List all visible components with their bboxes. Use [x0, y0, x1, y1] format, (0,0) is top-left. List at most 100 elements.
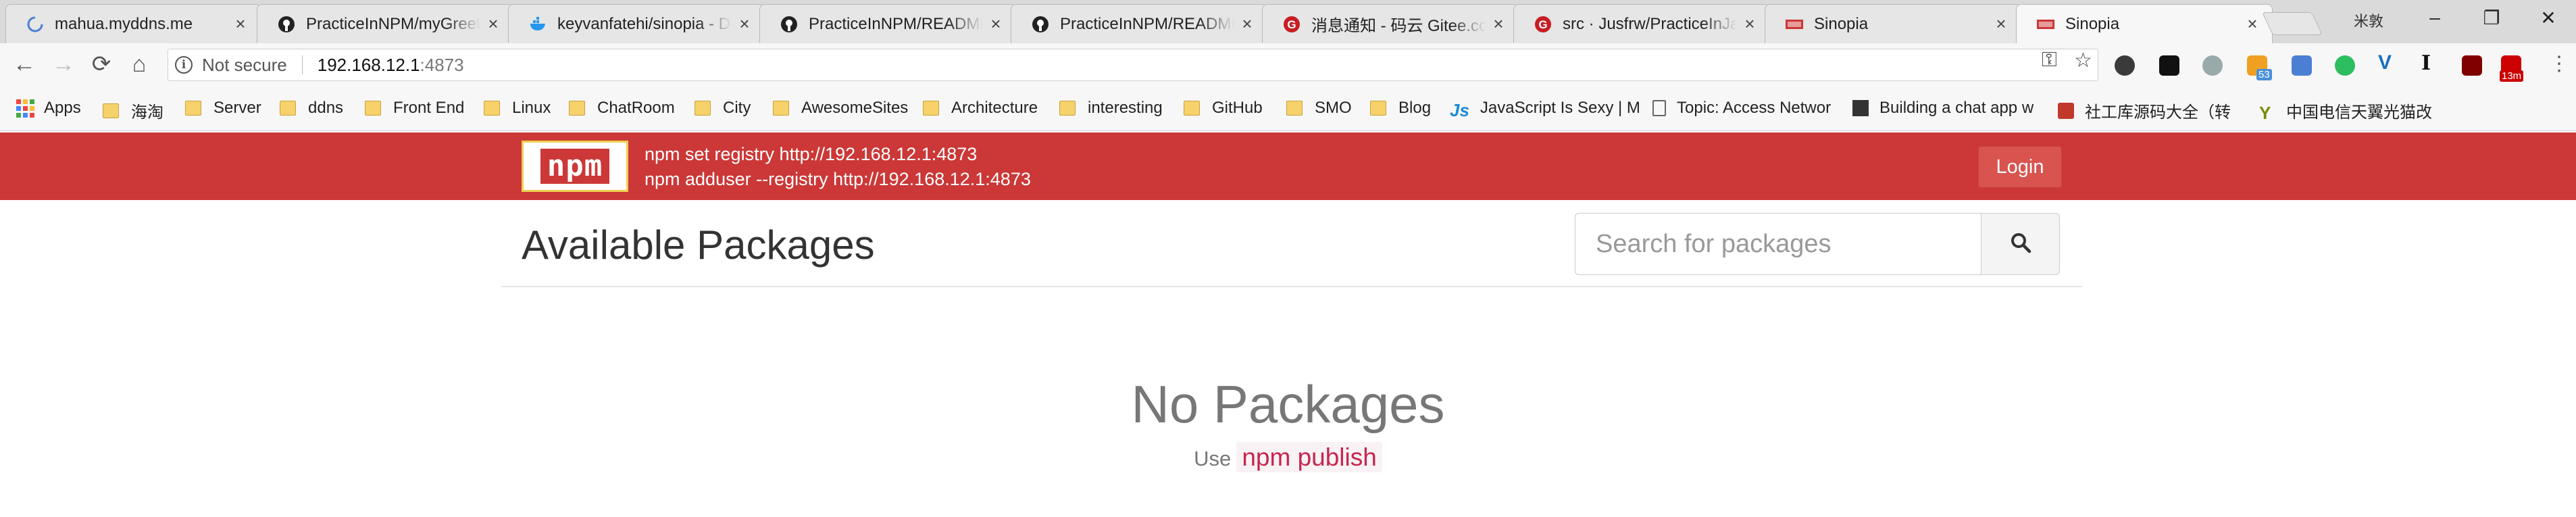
bookmark-link[interactable]: Building a chat app w — [1852, 99, 2044, 118]
bookmark-apps[interactable]: Apps — [16, 99, 81, 118]
back-arrow-icon[interactable]: ← — [11, 53, 38, 76]
search-input[interactable] — [1575, 213, 1981, 275]
npm-header-bar: npm npm set registry http://192.168.12.1… — [0, 132, 2576, 200]
bookmark-folder[interactable]: Linux — [484, 99, 551, 118]
search-button[interactable] — [1981, 213, 2060, 275]
bookmark-folder[interactable]: ChatRoom — [569, 99, 675, 118]
bookmark-label: Linux — [512, 99, 551, 117]
bookmark-label: 海淘 — [131, 103, 163, 122]
tab-title: src · Jusfrw/PracticeInJava — [1563, 14, 1737, 33]
bookmark-label: 中国电信天翼光猫改 — [2286, 103, 2432, 122]
bookmark-folder[interactable]: ddns — [280, 99, 343, 118]
extension-ublock-icon[interactable] — [2462, 55, 2482, 76]
extension-evernote-icon[interactable] — [2335, 55, 2355, 76]
npm-icon — [1786, 16, 1803, 33]
folder-icon — [280, 101, 296, 116]
bookmark-folder[interactable]: Blog — [1370, 99, 1431, 118]
extension-green-dot-icon[interactable] — [2202, 55, 2223, 76]
browser-toolbar: ← → ⟳ ⌂ i Not secure 192.168.12.1:4873 ⚿… — [0, 43, 2576, 87]
tab-title: PracticeInNPM/README.md — [809, 14, 983, 33]
browser-tab[interactable]: mahua.myddns.me × — [5, 4, 261, 43]
minimize-icon[interactable]: – — [2421, 7, 2448, 28]
browser-tab[interactable]: Sinopia × — [1765, 4, 2021, 43]
star-bookmark-icon[interactable]: ☆ — [2074, 49, 2092, 72]
address-bar[interactable]: i Not secure 192.168.12.1:4873 — [168, 49, 2098, 81]
bookmark-folder[interactable]: City — [694, 99, 751, 118]
close-icon[interactable]: × — [1741, 14, 1759, 34]
bookmark-label: AwesomeSites — [801, 99, 909, 117]
browser-tab[interactable]: PracticeInNPM/README.md × — [1011, 4, 1267, 43]
bookmark-folder[interactable]: interesting — [1059, 99, 1163, 118]
npm-logo-text: npm — [540, 149, 610, 184]
extension-mask-icon[interactable] — [2159, 55, 2179, 76]
npm-logo[interactable]: npm — [522, 141, 628, 192]
bookmark-label: Building a chat app w — [1879, 99, 2034, 117]
folder-icon — [773, 101, 789, 116]
extension-v-icon[interactable]: V — [2378, 51, 2398, 74]
folder-icon — [569, 101, 585, 116]
browser-tab-active[interactable]: Sinopia × — [2016, 4, 2273, 43]
close-icon[interactable]: × — [1238, 14, 1256, 34]
login-button[interactable]: Login — [1978, 146, 2062, 188]
close-icon[interactable]: × — [987, 14, 1005, 34]
browser-tab[interactable]: G src · Jusfrw/PracticeInJava × — [1513, 4, 1770, 43]
bookmark-link[interactable]: Js JavaScript Is Sexy | M — [1450, 99, 1639, 118]
extension-cloud-icon[interactable] — [2115, 55, 2135, 76]
bookmark-folder[interactable]: GitHub — [1184, 99, 1263, 118]
browser-tab[interactable]: PracticeInNPM/README.md × — [759, 4, 1016, 43]
forward-arrow-icon[interactable]: → — [50, 53, 77, 76]
browser-tab[interactable]: G 消息通知 - 码云 Gitee.com × — [1262, 4, 1519, 43]
tab-title: keyvanfatehi/sinopia - Docker — [557, 14, 732, 33]
qr-icon — [1852, 100, 1869, 116]
home-icon[interactable]: ⌂ — [126, 53, 153, 76]
bookmark-label: Front End — [393, 99, 465, 117]
empty-state-title: No Packages — [1131, 374, 1445, 434]
rss-badge: 53 — [2256, 69, 2272, 80]
bookmark-folder[interactable]: Server — [185, 99, 261, 118]
folder-icon — [1370, 101, 1386, 116]
registry-instructions: npm set registry http://192.168.12.1:487… — [645, 142, 1031, 192]
close-icon[interactable]: × — [2244, 14, 2261, 34]
close-icon[interactable]: × — [484, 14, 502, 34]
folder-icon — [923, 101, 939, 116]
bookmark-folder[interactable]: SMO — [1286, 99, 1352, 118]
bookmark-link[interactable]: Y 中国电信天翼光猫改 — [2259, 99, 2455, 123]
set-registry-command: npm set registry http://192.168.12.1:487… — [645, 144, 978, 164]
bookmark-folder[interactable]: AwesomeSites — [773, 99, 908, 118]
bookmark-folder[interactable]: Front End — [365, 99, 464, 118]
new-tab-button[interactable] — [2262, 12, 2323, 35]
info-icon[interactable]: i — [175, 56, 193, 74]
key-icon[interactable]: ⚿ — [2042, 49, 2057, 72]
svg-text:G: G — [1538, 18, 1547, 31]
browser-tab[interactable]: PracticeInNPM/myGreeting × — [257, 4, 513, 43]
menu-dots-icon[interactable]: ⋮ — [2546, 53, 2573, 76]
empty-state-use-text: Use — [1194, 447, 1232, 470]
folder-icon — [1286, 101, 1303, 116]
bookmark-link[interactable]: Topic: Access Networ — [1652, 99, 1842, 118]
bookmark-link[interactable]: 社工库源码大全（转 — [2058, 99, 2261, 122]
restore-icon[interactable]: ❐ — [2478, 7, 2505, 29]
close-icon[interactable]: × — [1490, 14, 1507, 34]
address-separator — [301, 55, 303, 74]
close-icon[interactable]: × — [1992, 14, 2010, 34]
bookmark-label: Blog — [1398, 99, 1432, 117]
page-title: Available Packages — [522, 222, 875, 268]
close-icon[interactable]: × — [736, 14, 753, 34]
close-window-icon[interactable]: ✕ — [2535, 7, 2562, 29]
bookmark-label: Apps — [44, 99, 81, 117]
bookmark-label: ddns — [308, 99, 344, 117]
bookmark-folder[interactable]: 海淘 — [103, 99, 163, 122]
package-search — [1575, 213, 2060, 275]
apps-grid-icon — [16, 99, 34, 118]
browser-tab[interactable]: keyvanfatehi/sinopia - Docker × — [508, 4, 765, 43]
close-icon[interactable]: × — [232, 14, 249, 34]
folder-icon — [1184, 101, 1200, 116]
bookmark-label: Server — [213, 99, 261, 117]
browser-tab-strip: mahua.myddns.me × PracticeInNPM/myGreeti… — [0, 0, 2576, 43]
tab-title: PracticeInNPM/README.md — [1060, 14, 1234, 33]
extension-translate-icon[interactable] — [2292, 55, 2312, 76]
window-user-name[interactable]: 米敦 — [2354, 9, 2383, 31]
extension-instapaper-icon[interactable]: I — [2421, 51, 2442, 75]
bookmark-folder[interactable]: Architecture — [923, 99, 1038, 118]
reload-icon[interactable]: ⟳ — [88, 53, 115, 76]
